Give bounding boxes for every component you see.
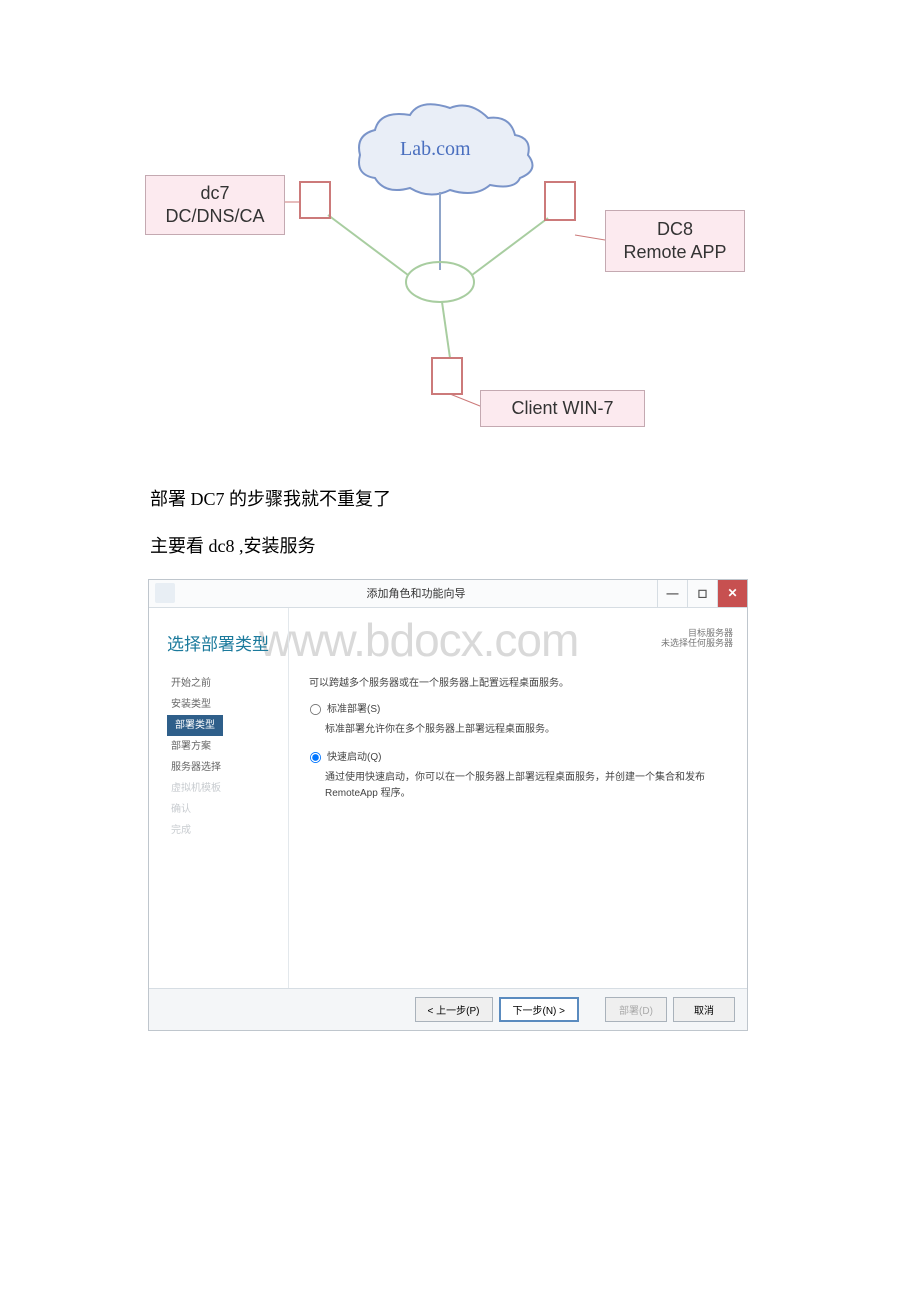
sidebar-item-deploy-plan[interactable]: 部署方案 (167, 736, 288, 757)
node-dc7: dc7 DC/DNS/CA (145, 175, 285, 235)
radio-standard-deploy[interactable]: 标准部署(S) (309, 702, 729, 718)
radio-standard-input[interactable] (310, 704, 321, 715)
sidebar-item-deploy-type[interactable]: 部署类型 (167, 715, 223, 736)
sidebar-item-install-type[interactable]: 安装类型 (167, 694, 288, 715)
node-dc8: DC8 Remote APP (605, 210, 745, 272)
previous-button[interactable]: < 上一步(P) (415, 997, 493, 1022)
close-button[interactable]: ✕ (717, 580, 747, 607)
intro-text: 可以跨越多个服务器或在一个服务器上配置远程桌面服务。 (309, 676, 729, 692)
radio-standard-label: 标准部署(S) (327, 702, 380, 718)
minimize-button[interactable]: — (657, 580, 687, 607)
cloud-label: Lab.com (400, 138, 471, 161)
next-button[interactable]: 下一步(N) > (499, 997, 580, 1022)
standard-deploy-desc: 标准部署允许你在多个服务器上部署远程桌面服务。 (325, 722, 729, 738)
node-client: Client WIN-7 (480, 390, 645, 427)
node-dc7-name: dc7 (200, 183, 229, 203)
titlebar[interactable]: 添加角色和功能向导 — ◻ ✕ (149, 580, 747, 608)
node-dc8-roles: Remote APP (623, 242, 726, 262)
quick-start-desc: 通过使用快速启动，你可以在一个服务器上部署远程桌面服务，并创建一个集合和发布 R… (325, 770, 729, 802)
radio-quick-input[interactable] (310, 752, 321, 763)
maximize-button[interactable]: ◻ (687, 580, 717, 607)
cancel-button[interactable]: 取消 (673, 997, 735, 1022)
app-icon (155, 583, 175, 603)
sidebar-item-confirm: 确认 (167, 799, 288, 820)
node-client-label: Client WIN-7 (511, 397, 613, 420)
node-dc7-roles: DC/DNS/CA (165, 206, 264, 226)
radio-quick-start[interactable]: 快速启动(Q) (309, 750, 729, 766)
node-dc8-name: DC8 (657, 219, 693, 239)
sidebar-item-before-begin[interactable]: 开始之前 (167, 673, 288, 694)
radio-quick-label: 快速启动(Q) (327, 750, 381, 766)
sidebar-item-complete: 完成 (167, 820, 288, 841)
sidebar-item-vm-template: 虚拟机模板 (167, 778, 288, 799)
deploy-button: 部署(D) (605, 997, 667, 1022)
paragraph-2: 主要看 dc8 ,安装服务 (150, 532, 770, 561)
wizard-main-pane: 可以跨越多个服务器或在一个服务器上配置远程桌面服务。 标准部署(S) 标准部署允… (289, 608, 747, 988)
wizard-dialog: 添加角色和功能向导 — ◻ ✕ www.bdocx.com 选择部署类型 目标服… (148, 579, 748, 1031)
paragraph-1: 部署 DC7 的步骤我就不重复了 (150, 485, 770, 514)
topology-diagram: Lab.com dc7 DC/DNS/CA DC8 Remote APP Cli… (150, 70, 770, 460)
sidebar-item-server-select[interactable]: 服务器选择 (167, 757, 288, 778)
dialog-title: 添加角色和功能向导 (175, 585, 657, 601)
button-bar: < 上一步(P) 下一步(N) > 部署(D) 取消 (149, 988, 747, 1030)
wizard-sidebar: 开始之前 安装类型 部署类型 部署方案 服务器选择 虚拟机模板 确认 完成 (149, 608, 289, 988)
